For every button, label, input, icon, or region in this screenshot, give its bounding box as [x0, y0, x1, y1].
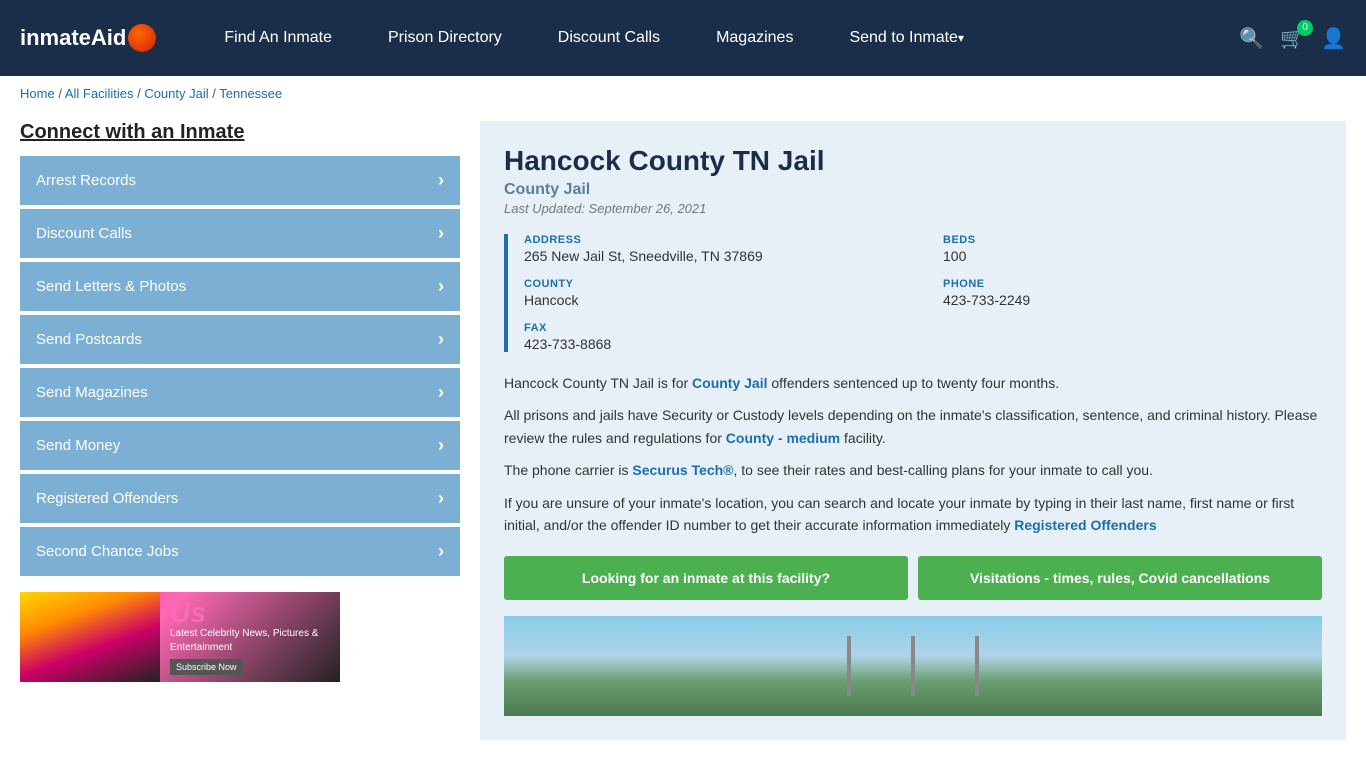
- sidebar-item-label: Send Letters & Photos: [36, 278, 186, 295]
- desc-paragraph-2: All prisons and jails have Security or C…: [504, 404, 1322, 449]
- facility-photo: [504, 616, 1322, 716]
- sidebar-item-label: Second Chance Jobs: [36, 543, 179, 560]
- pole-2: [911, 636, 915, 696]
- ad-subscribe-button[interactable]: Subscribe Now: [170, 659, 243, 676]
- cart-icon[interactable]: 🛒 0: [1280, 26, 1305, 51]
- ad-tagline: Latest Celebrity News, Pictures & Entert…: [170, 627, 330, 655]
- search-icon[interactable]: 🔍: [1239, 26, 1264, 51]
- phone-field: PHONE 423-733-2249: [943, 278, 1322, 308]
- fax-value: 423-733-8868: [524, 336, 903, 352]
- facility-last-updated: Last Updated: September 26, 2021: [504, 201, 1322, 216]
- desc-paragraph-3: The phone carrier is Securus Tech®, to s…: [504, 459, 1322, 481]
- chevron-right-icon: ›: [438, 170, 444, 191]
- sidebar-item-label: Arrest Records: [36, 172, 136, 189]
- phone-value: 423-733-2249: [943, 292, 1322, 308]
- breadcrumb: Home / All Facilities / County Jail / Te…: [0, 76, 1366, 111]
- sidebar-item-label: Registered Offenders: [36, 490, 178, 507]
- phone-label: PHONE: [943, 278, 1322, 290]
- nav-magazines[interactable]: Magazines: [688, 0, 821, 76]
- facility-info-grid: ADDRESS 265 New Jail St, Sneedville, TN …: [504, 234, 1322, 352]
- main-layout: Connect with an Inmate Arrest Records › …: [0, 111, 1366, 760]
- chevron-right-icon: ›: [438, 223, 444, 244]
- desc-paragraph-1: Hancock County TN Jail is for County Jai…: [504, 372, 1322, 394]
- fax-label: FAX: [524, 322, 903, 334]
- county-medium-link[interactable]: County - medium: [726, 430, 840, 446]
- photo-poles: [847, 636, 979, 696]
- county-field: COUNTY Hancock: [524, 278, 903, 308]
- user-icon[interactable]: 👤: [1321, 26, 1346, 51]
- logo-icon: [128, 24, 156, 52]
- sidebar-item-send-postcards[interactable]: Send Postcards ›: [20, 315, 460, 364]
- chevron-right-icon: ›: [438, 488, 444, 509]
- chevron-right-icon: ›: [438, 276, 444, 297]
- beds-label: BEDS: [943, 234, 1322, 246]
- find-inmate-button[interactable]: Looking for an inmate at this facility?: [504, 556, 908, 600]
- securus-link[interactable]: Securus Tech®: [632, 462, 733, 478]
- breadcrumb-home[interactable]: Home: [20, 86, 55, 101]
- sidebar-item-label: Send Postcards: [36, 331, 142, 348]
- county-value: Hancock: [524, 292, 903, 308]
- sidebar-item-second-chance-jobs[interactable]: Second Chance Jobs ›: [20, 527, 460, 576]
- sidebar-item-send-money[interactable]: Send Money ›: [20, 421, 460, 470]
- nav-send-to-inmate[interactable]: Send to Inmate: [821, 0, 992, 76]
- main-nav: Find An Inmate Prison Directory Discount…: [196, 0, 1239, 76]
- ad-text: Us Latest Celebrity News, Pictures & Ent…: [160, 592, 340, 682]
- action-buttons: Looking for an inmate at this facility? …: [504, 556, 1322, 600]
- sidebar: Connect with an Inmate Arrest Records › …: [20, 121, 460, 682]
- header-icons: 🔍 🛒 0 👤: [1239, 26, 1346, 51]
- chevron-right-icon: ›: [438, 435, 444, 456]
- breadcrumb-county-jail[interactable]: County Jail: [144, 86, 208, 101]
- sidebar-item-registered-offenders[interactable]: Registered Offenders ›: [20, 474, 460, 523]
- fax-field: FAX 423-733-8868: [524, 322, 903, 352]
- county-jail-link[interactable]: County Jail: [692, 375, 767, 391]
- desc-paragraph-4: If you are unsure of your inmate's locat…: [504, 492, 1322, 537]
- chevron-right-icon: ›: [438, 382, 444, 403]
- ad-image: [20, 592, 160, 682]
- nav-prison-directory[interactable]: Prison Directory: [360, 0, 530, 76]
- ad-banner[interactable]: Us Latest Celebrity News, Pictures & Ent…: [20, 592, 340, 682]
- address-field: ADDRESS 265 New Jail St, Sneedville, TN …: [524, 234, 903, 264]
- logo[interactable]: inmateAid: [20, 24, 156, 52]
- breadcrumb-all-facilities[interactable]: All Facilities: [65, 86, 134, 101]
- facility-description: Hancock County TN Jail is for County Jai…: [504, 372, 1322, 536]
- nav-find-inmate[interactable]: Find An Inmate: [196, 0, 360, 76]
- visitations-button[interactable]: Visitations - times, rules, Covid cancel…: [918, 556, 1322, 600]
- beds-field: BEDS 100: [943, 234, 1322, 264]
- header: inmateAid Find An Inmate Prison Director…: [0, 0, 1366, 76]
- sidebar-item-send-letters[interactable]: Send Letters & Photos ›: [20, 262, 460, 311]
- address-value: 265 New Jail St, Sneedville, TN 37869: [524, 248, 903, 264]
- sidebar-menu: Arrest Records › Discount Calls › Send L…: [20, 156, 460, 576]
- sidebar-item-label: Send Magazines: [36, 384, 148, 401]
- chevron-right-icon: ›: [438, 541, 444, 562]
- sidebar-title: Connect with an Inmate: [20, 121, 460, 144]
- sidebar-item-label: Discount Calls: [36, 225, 132, 242]
- sidebar-item-send-magazines[interactable]: Send Magazines ›: [20, 368, 460, 417]
- sidebar-item-label: Send Money: [36, 437, 120, 454]
- logo-text: inmateAid: [20, 25, 126, 51]
- cart-badge: 0: [1297, 20, 1313, 36]
- sidebar-item-discount-calls[interactable]: Discount Calls ›: [20, 209, 460, 258]
- facility-title: Hancock County TN Jail: [504, 145, 1322, 177]
- beds-value: 100: [943, 248, 1322, 264]
- pole-3: [975, 636, 979, 696]
- address-label: ADDRESS: [524, 234, 903, 246]
- nav-discount-calls[interactable]: Discount Calls: [530, 0, 688, 76]
- chevron-right-icon: ›: [438, 329, 444, 350]
- county-label: COUNTY: [524, 278, 903, 290]
- registered-offenders-link[interactable]: Registered Offenders: [1014, 517, 1156, 533]
- facility-type: County Jail: [504, 181, 1322, 199]
- sidebar-item-arrest-records[interactable]: Arrest Records ›: [20, 156, 460, 205]
- ad-brand: Us: [170, 599, 330, 627]
- breadcrumb-tennessee[interactable]: Tennessee: [219, 86, 282, 101]
- pole-1: [847, 636, 851, 696]
- facility-content: Hancock County TN Jail County Jail Last …: [480, 121, 1346, 740]
